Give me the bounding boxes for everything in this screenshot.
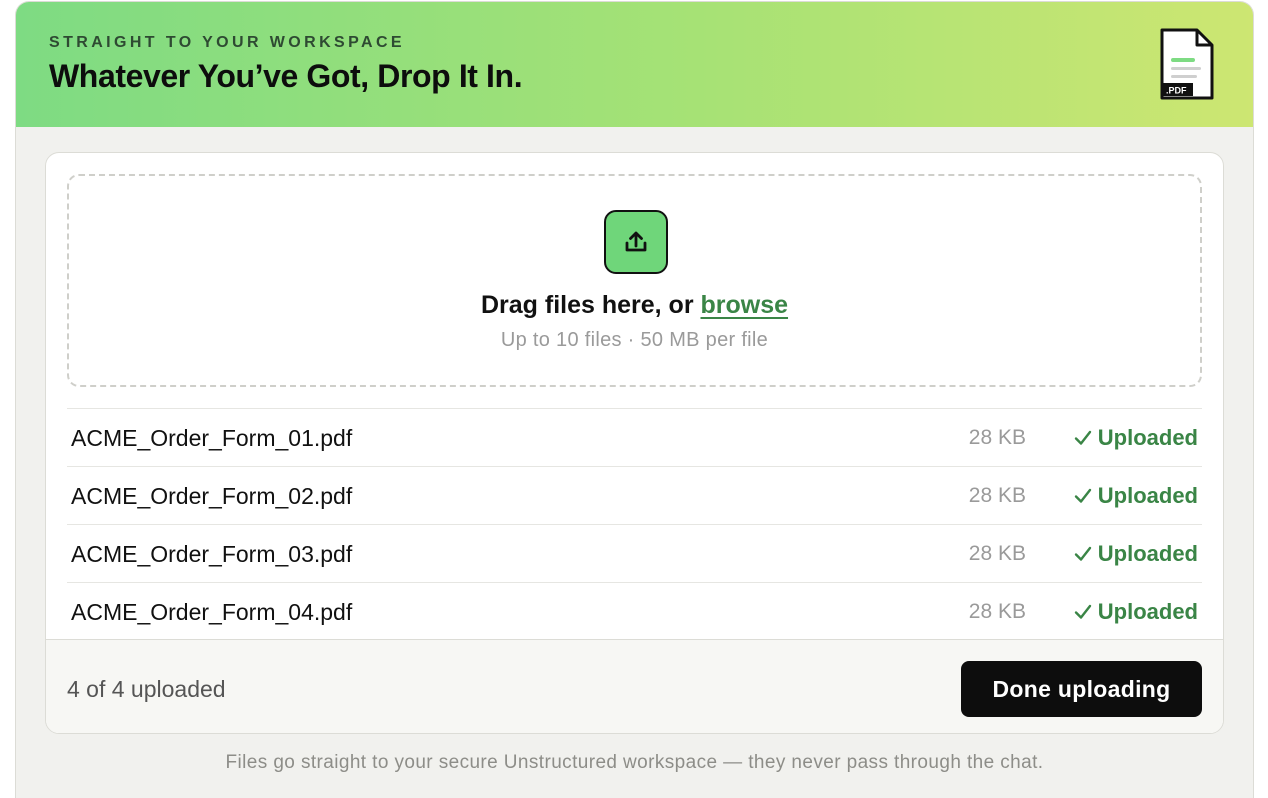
file-row: ACME_Order_Form_04.pdf 28 KB Uploaded — [67, 582, 1202, 640]
file-size: 28 KB — [968, 542, 1026, 565]
privacy-disclaimer: Files go straight to your secure Unstruc… — [225, 752, 1044, 773]
header-banner: STRAIGHT TO YOUR WORKSPACE Whatever You’… — [16, 2, 1253, 127]
check-icon — [1074, 604, 1091, 619]
dropzone-prompt-text: Drag files here, or — [480, 291, 701, 319]
file-name: ACME_Order_Form_03.pdf — [71, 541, 353, 567]
card-footer: 4 of 4 uploaded Done uploading — [46, 639, 1223, 733]
header-eyebrow: STRAIGHT TO YOUR WORKSPACE — [49, 34, 405, 51]
file-status-label: Uploaded — [1097, 425, 1198, 450]
file-dropzone[interactable]: Drag files here, or browse Up to 10 file… — [67, 174, 1202, 387]
file-row: ACME_Order_Form_03.pdf 28 KB Uploaded — [67, 524, 1202, 582]
file-status: Uploaded — [1074, 483, 1198, 509]
file-status-label: Uploaded — [1097, 599, 1198, 624]
upload-button[interactable] — [604, 210, 668, 274]
dropzone-prompt: Drag files here, or browse — [69, 291, 1200, 320]
file-list: ACME_Order_Form_01.pdf 28 KB Uploaded AC… — [67, 408, 1202, 640]
file-status: Uploaded — [1074, 599, 1198, 625]
upload-panel: STRAIGHT TO YOUR WORKSPACE Whatever You’… — [15, 1, 1254, 798]
file-size: 28 KB — [968, 426, 1026, 449]
upload-card: Drag files here, or browse Up to 10 file… — [45, 152, 1224, 734]
page-title: Whatever You’ve Got, Drop It In. — [49, 58, 523, 94]
file-name: ACME_Order_Form_01.pdf — [71, 425, 353, 451]
check-icon — [1074, 488, 1091, 503]
pdf-file-icon: .PDF — [1160, 28, 1214, 100]
browse-link[interactable]: browse — [701, 291, 789, 319]
file-size: 28 KB — [968, 600, 1026, 623]
file-status: Uploaded — [1074, 425, 1198, 451]
file-name: ACME_Order_Form_02.pdf — [71, 483, 353, 509]
pdf-icon-label: .PDF — [1166, 86, 1187, 96]
file-size: 28 KB — [968, 484, 1026, 507]
dropzone-hint: Up to 10 files · 50 MB per file — [500, 329, 769, 351]
check-icon — [1074, 430, 1091, 445]
upload-count: 4 of 4 uploaded — [67, 676, 226, 702]
file-row: ACME_Order_Form_02.pdf 28 KB Uploaded — [67, 466, 1202, 524]
file-row: ACME_Order_Form_01.pdf 28 KB Uploaded — [67, 408, 1202, 466]
file-status-label: Uploaded — [1097, 541, 1198, 566]
file-name: ACME_Order_Form_04.pdf — [71, 599, 353, 625]
check-icon — [1074, 546, 1091, 561]
done-uploading-button[interactable]: Done uploading — [961, 661, 1202, 717]
file-status: Uploaded — [1074, 541, 1198, 567]
upload-icon — [625, 231, 647, 252]
file-status-label: Uploaded — [1097, 483, 1198, 508]
